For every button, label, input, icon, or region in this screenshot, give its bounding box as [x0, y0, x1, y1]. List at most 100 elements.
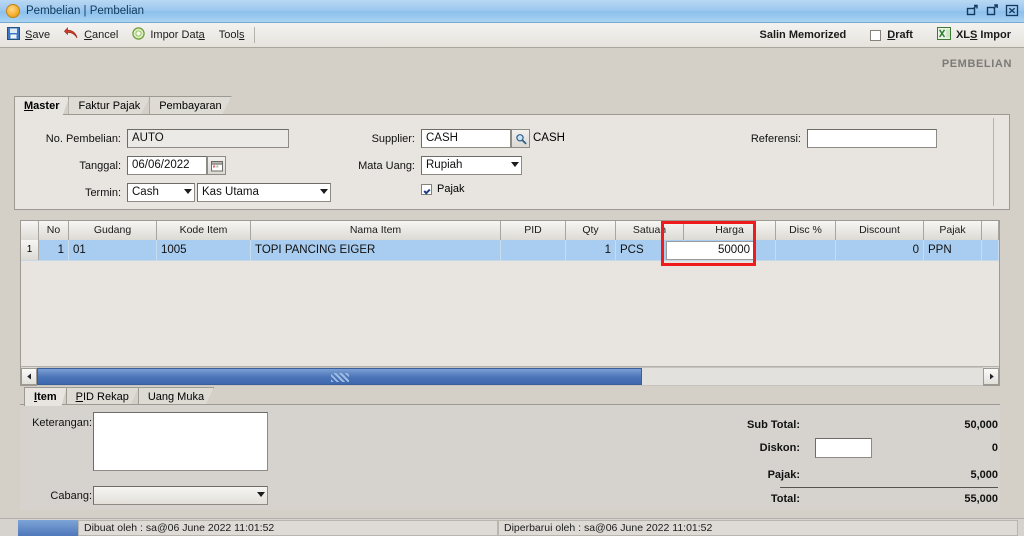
detail-panel: Keterangan: Cabang: Sub Total: 50,000 Di…: [20, 404, 1000, 510]
status-bar: Dibuat oleh : sa@06 June 2022 11:01:52 D…: [0, 518, 1024, 536]
toolbar-right-group: Salin Memorized Draft XLS Impor: [752, 23, 1018, 47]
grid-header-kode-item[interactable]: Kode Item: [157, 221, 251, 240]
cabang-dropdown[interactable]: [93, 486, 268, 505]
tools-button[interactable]: Tools: [212, 24, 252, 46]
cell-qty[interactable]: 1: [566, 240, 616, 261]
items-grid: No Gudang Kode Item Nama Item PID Qty Sa…: [20, 220, 1000, 386]
diskon-input[interactable]: [815, 438, 872, 458]
grid-header-harga[interactable]: Harga: [684, 221, 776, 240]
table-row[interactable]: 1 1 01 1005 TOPI PANCING EIGER 1 PCS 0 P…: [21, 240, 999, 261]
total-value: 55,000: [964, 493, 998, 505]
draft-label: Draft: [887, 29, 913, 41]
cell-pid[interactable]: [501, 240, 566, 261]
scroll-right-icon[interactable]: [983, 367, 999, 385]
search-icon[interactable]: [511, 129, 530, 148]
chevron-down-icon: [511, 162, 519, 167]
no-pembelian-field[interactable]: AUTO: [127, 129, 289, 148]
grid-header-no[interactable]: No: [39, 221, 69, 240]
sub-total-value: 50,000: [964, 419, 998, 431]
draft-checkbox-box[interactable]: [870, 29, 882, 41]
xls-impor-label: XLS Impor: [955, 29, 1011, 41]
cell-nama-item[interactable]: TOPI PANCING EIGER: [251, 240, 501, 261]
status-progress-indicator: [18, 519, 78, 536]
application-window: Pembelian | Pembelian Save Cancel Impor …: [0, 0, 1024, 536]
termin-value: Cash: [132, 186, 159, 198]
scroll-thumb[interactable]: [37, 367, 643, 385]
toolbar-divider: [254, 27, 256, 43]
chevron-down-icon: [257, 492, 265, 497]
grid-body: 1 1 01 1005 TOPI PANCING EIGER 1 PCS 0 P…: [21, 240, 999, 364]
grid-header-disc-persen[interactable]: Disc %: [776, 221, 836, 240]
cell-discount[interactable]: 0: [836, 240, 924, 261]
mata-uang-label: Mata Uang:: [358, 160, 415, 172]
window-title-bar: Pembelian | Pembelian: [0, 0, 1024, 23]
supplier-label: Supplier:: [371, 133, 415, 145]
master-tabstrip: Master Faktur Pajak Pembayaran: [14, 96, 232, 115]
cell-gudang[interactable]: 01: [69, 240, 157, 261]
scroll-track[interactable]: [37, 366, 983, 386]
supplier-field[interactable]: CASH: [421, 129, 511, 148]
cell-no[interactable]: 1: [39, 240, 69, 261]
cell-extra[interactable]: [982, 240, 999, 261]
termin-label: Termin:: [84, 187, 121, 199]
tanggal-label: Tanggal:: [79, 160, 121, 172]
grid-header-rownum: [21, 221, 39, 240]
salin-memorized-label: Salin Memorized: [759, 29, 847, 41]
pajak-checkbox-label: Pajak: [437, 183, 465, 195]
sub-total-label: Sub Total:: [747, 419, 800, 431]
termin-dropdown[interactable]: Cash: [127, 183, 195, 202]
save-button[interactable]: Save: [0, 24, 57, 46]
salin-memorized-button[interactable]: Salin Memorized: [752, 24, 853, 46]
impor-data-label: Impor Data: [150, 29, 205, 41]
keterangan-label: Keterangan:: [32, 417, 92, 429]
cancel-label: Cancel: [84, 29, 119, 41]
grid-header-discount[interactable]: Discount: [836, 221, 924, 240]
keterangan-textarea[interactable]: [93, 412, 268, 471]
grid-header-nama-item[interactable]: Nama Item: [251, 221, 501, 240]
main-toolbar: Save Cancel Impor Data Tools Salin Memor…: [0, 23, 1024, 48]
close-icon[interactable]: [1004, 2, 1020, 18]
tools-label: Tools: [218, 29, 245, 41]
tab-master[interactable]: Master: [14, 96, 70, 115]
termin-account-dropdown[interactable]: Kas Utama: [197, 183, 331, 202]
grid-header-gudang[interactable]: Gudang: [69, 221, 157, 240]
impor-data-button[interactable]: Impor Data: [125, 24, 211, 46]
pajak-total-label: Pajak:: [767, 469, 800, 481]
xls-impor-button[interactable]: XLS Impor: [930, 24, 1018, 46]
tab-faktur-pajak[interactable]: Faktur Pajak: [68, 96, 151, 115]
cancel-button[interactable]: Cancel: [57, 24, 125, 46]
grid-header-pajak[interactable]: Pajak: [924, 221, 982, 240]
window-title: Pembelian | Pembelian: [26, 5, 145, 17]
diskon-value: 0: [991, 442, 998, 454]
master-form-panel: No. Pembelian: AUTO Tanggal: 06/06/2022 …: [14, 114, 1010, 210]
diskon-label: Diskon:: [759, 442, 800, 454]
grid-horizontal-scrollbar[interactable]: [21, 366, 999, 386]
grid-header-pid[interactable]: PID: [501, 221, 566, 240]
tanggal-field[interactable]: 06/06/2022: [127, 156, 207, 175]
grid-header-satuan[interactable]: Satuan: [616, 221, 684, 240]
tab-pembayaran[interactable]: Pembayaran: [149, 96, 232, 115]
scroll-grip-icon: [330, 372, 349, 382]
mata-uang-value: Rupiah: [426, 159, 463, 171]
panel-divider: [993, 118, 994, 206]
grid-row-number: 1: [21, 240, 39, 260]
calendar-icon[interactable]: [207, 156, 226, 175]
cell-pajak[interactable]: PPN: [924, 240, 982, 261]
grid-header-extra[interactable]: [982, 221, 999, 240]
scroll-left-icon[interactable]: [21, 367, 37, 385]
harga-edit-input[interactable]: 50000: [666, 241, 756, 260]
pajak-checkbox-box[interactable]: [421, 183, 432, 195]
supplier-name-text: CASH: [533, 132, 565, 144]
chevron-down-icon: [184, 189, 192, 194]
window-controls: [964, 2, 1020, 18]
maximize-icon[interactable]: [984, 2, 1000, 18]
restore-down-icon[interactable]: [964, 2, 980, 18]
tab-item[interactable]: Item: [24, 387, 67, 406]
referensi-field[interactable]: [807, 129, 937, 148]
mata-uang-dropdown[interactable]: Rupiah: [421, 156, 522, 175]
pajak-checkbox[interactable]: Pajak: [421, 183, 465, 195]
draft-checkbox[interactable]: Draft: [863, 24, 920, 46]
grid-header-qty[interactable]: Qty: [566, 221, 616, 240]
cell-disc-persen[interactable]: [776, 240, 836, 261]
cell-kode-item[interactable]: 1005: [157, 240, 251, 261]
